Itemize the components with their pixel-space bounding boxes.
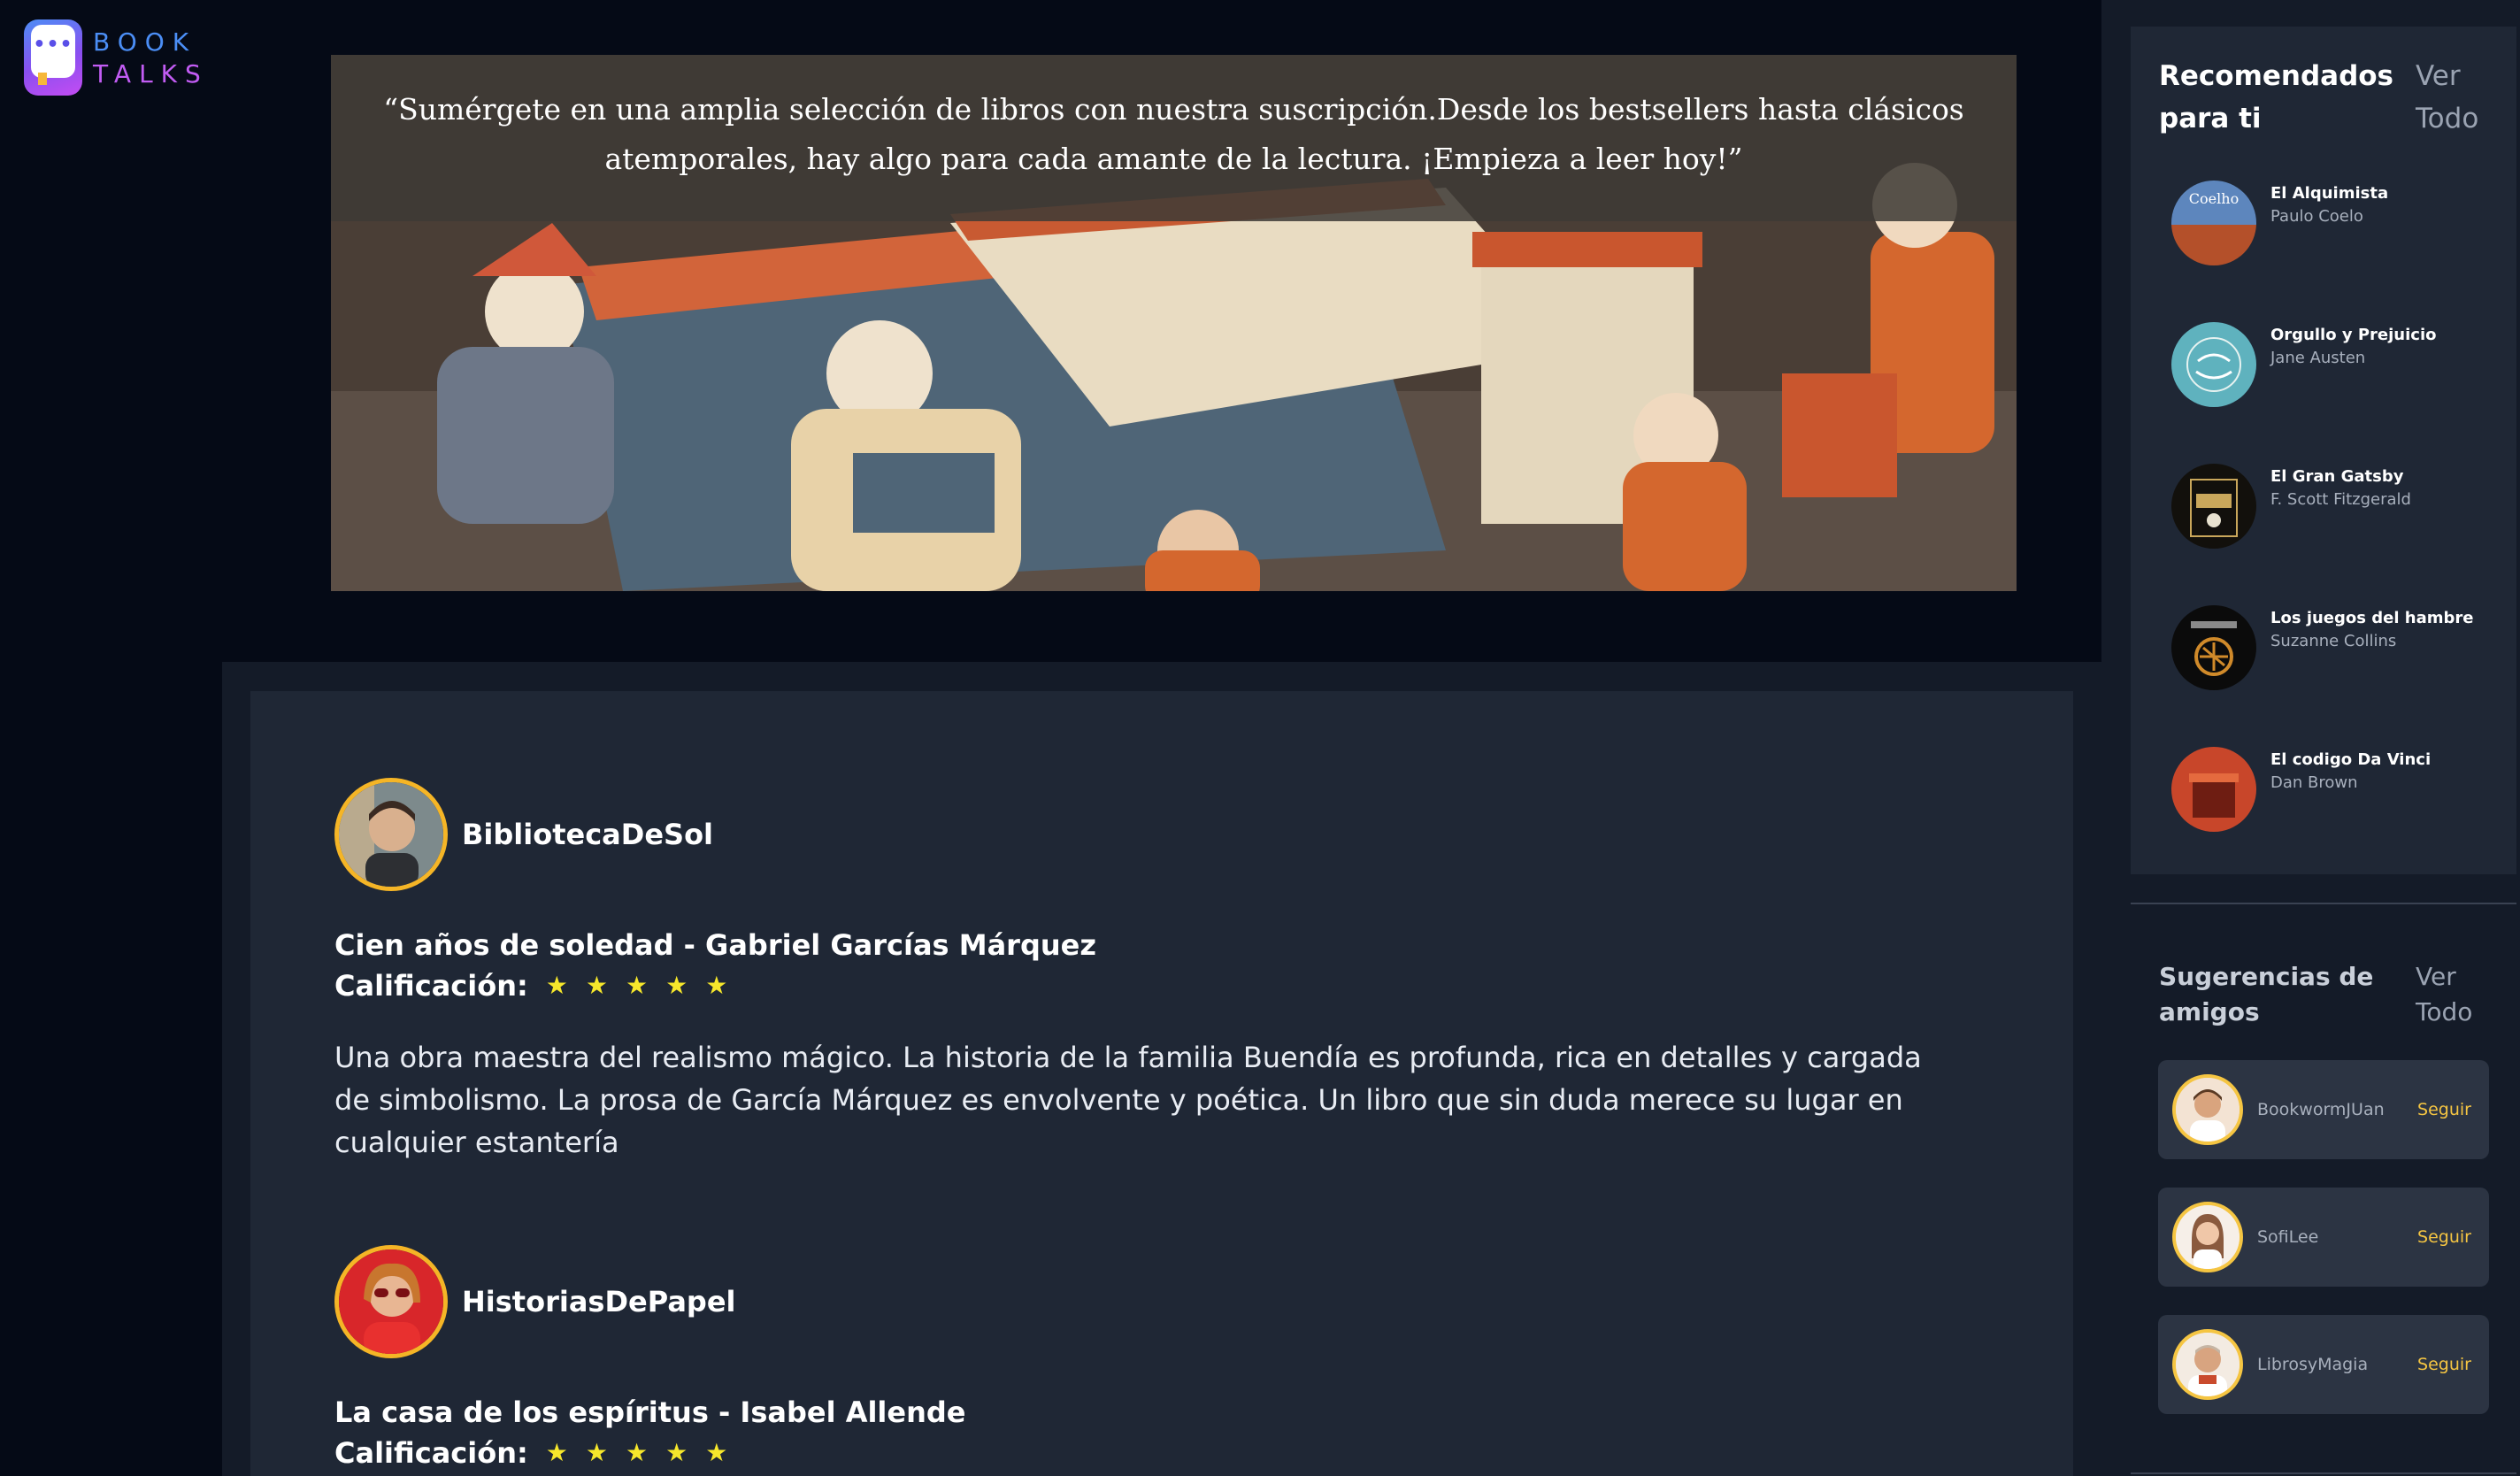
star-rating: ★ ★ ★ ★ ★ xyxy=(546,973,728,998)
review-author[interactable]: HistoriasDePapel xyxy=(334,1245,2016,1358)
hero-quote-overlay: “Sumérgete en una amplia selección de li… xyxy=(331,55,2017,221)
sidebar-divider xyxy=(2131,1472,2516,1474)
review-text: Una obra maestra del realismo mágico. La… xyxy=(334,1041,1922,1159)
recommended-book-item[interactable]: Coelho El Alquimista Paulo Coelo xyxy=(2171,181,2388,265)
logo-text: BOOK TALKS xyxy=(93,28,209,88)
star-icon: ★ xyxy=(585,1438,609,1467)
rating-label: Calificación: xyxy=(334,969,528,1003)
review-rating: Calificación: ★ ★ ★ ★ ★ xyxy=(334,965,2016,1006)
star-icon: ★ xyxy=(665,971,688,1000)
star-rating: ★ ★ ★ ★ ★ xyxy=(546,1441,728,1465)
hero-quote: “Sumérgete en una amplia selección de li… xyxy=(383,92,1964,176)
suggestions-header: Sugerencias de amigos Ver Todo xyxy=(2159,959,2495,1030)
hero-banner: “Sumérgete en una amplia selección de li… xyxy=(331,55,2017,591)
rating-label: Calificación: xyxy=(334,1436,528,1470)
book-author: F. Scott Fitzgerald xyxy=(2270,490,2411,509)
page: ••• BOOK TALKS “Sumérgete en una amplia … xyxy=(0,0,2520,1476)
star-icon: ★ xyxy=(626,971,649,1000)
book-cover[interactable] xyxy=(2171,322,2256,407)
star-icon: ★ xyxy=(705,971,728,1000)
recommended-title: Recomendados para ti xyxy=(2159,60,2394,135)
follow-button[interactable]: Seguir xyxy=(2417,1355,2471,1374)
book-title: Orgullo y Prejuicio xyxy=(2270,326,2437,344)
friend-suggestion-card: SofiLee Seguir xyxy=(2158,1188,2489,1287)
review-author[interactable]: BibliotecaDeSol xyxy=(334,778,2016,891)
friend-name[interactable]: LibrosyMagia xyxy=(2257,1355,2417,1374)
review-book-title[interactable]: La casa de los espíritus - Isabel Allend… xyxy=(334,1392,2016,1433)
follow-button[interactable]: Seguir xyxy=(2417,1100,2471,1119)
friend-suggestion-card: BookwormJUan Seguir xyxy=(2158,1060,2489,1159)
review-rating: Calificación: ★ ★ ★ ★ ★ xyxy=(334,1433,2016,1473)
book-title: El codigo Da Vinci xyxy=(2270,750,2432,769)
avatar[interactable] xyxy=(334,1245,448,1358)
book-author: Dan Brown xyxy=(2270,773,2358,792)
recommended-header: Recomendados para ti Ver Todo xyxy=(2159,55,2495,140)
friend-name[interactable]: SofiLee xyxy=(2257,1227,2417,1247)
avatar[interactable] xyxy=(2172,1202,2243,1272)
friend-name[interactable]: BookwormJUan xyxy=(2257,1100,2417,1119)
book-author: Jane Austen xyxy=(2270,349,2366,367)
author-name[interactable]: HistoriasDePapel xyxy=(462,1285,736,1318)
recommended-see-all-link[interactable]: Ver Todo xyxy=(2416,55,2495,140)
book-cover[interactable] xyxy=(2171,464,2256,549)
chat-bubble-book-icon: ••• xyxy=(24,19,84,97)
star-icon: ★ xyxy=(626,1438,649,1467)
recommended-book-item[interactable]: Orgullo y Prejuicio Jane Austen xyxy=(2171,322,2437,407)
logo-line-1: BOOK xyxy=(93,27,197,57)
review-book-title[interactable]: Cien años de soledad - Gabriel Garcías M… xyxy=(334,925,2016,965)
review-card: HistoriasDePapel La casa de los espíritu… xyxy=(334,1245,2016,1473)
sidebar: Recomendados para ti Ver Todo Coelho El … xyxy=(2101,0,2520,1476)
friend-suggestion-card: LibrosyMagia Seguir xyxy=(2158,1315,2489,1414)
recommended-panel: Recomendados para ti Ver Todo Coelho El … xyxy=(2131,27,2516,874)
suggestions-see-all-link[interactable]: Ver Todo xyxy=(2416,959,2495,1030)
recommended-book-item[interactable]: Los juegos del hambre Suzanne Collins xyxy=(2171,605,2473,690)
avatar[interactable] xyxy=(334,778,448,891)
book-title: El Gran Gatsby xyxy=(2270,467,2404,486)
book-author: Suzanne Collins xyxy=(2270,632,2397,650)
review-feed: BibliotecaDeSol Cien años de soledad - G… xyxy=(250,691,2073,1476)
book-cover[interactable] xyxy=(2171,605,2256,690)
star-icon: ★ xyxy=(705,1438,728,1467)
recommended-book-item[interactable]: El Gran Gatsby F. Scott Fitzgerald xyxy=(2171,464,2411,549)
book-title: Los juegos del hambre xyxy=(2270,609,2474,627)
star-icon: ★ xyxy=(545,1438,568,1467)
star-icon: ★ xyxy=(545,971,568,1000)
book-cover[interactable]: Coelho xyxy=(2171,181,2256,265)
star-icon: ★ xyxy=(665,1438,688,1467)
logo-line-2: TALKS xyxy=(93,59,209,88)
suggestions-title: Sugerencias de amigos xyxy=(2159,962,2374,1026)
avatar[interactable] xyxy=(2172,1329,2243,1400)
book-title: El Alquimista xyxy=(2270,184,2389,203)
book-author: Paulo Coelo xyxy=(2270,207,2363,226)
book-cover[interactable] xyxy=(2171,747,2256,832)
recommended-book-item[interactable]: El codigo Da Vinci Dan Brown xyxy=(2171,747,2431,832)
follow-button[interactable]: Seguir xyxy=(2417,1227,2471,1247)
logo[interactable]: ••• BOOK TALKS xyxy=(24,19,209,97)
avatar[interactable] xyxy=(2172,1074,2243,1145)
review-card: BibliotecaDeSol Cien años de soledad - G… xyxy=(334,778,2016,1164)
author-name[interactable]: BibliotecaDeSol xyxy=(462,818,713,851)
sidebar-divider xyxy=(2131,903,2516,904)
svg-text:Coelho: Coelho xyxy=(2189,190,2239,207)
star-icon: ★ xyxy=(585,971,609,1000)
